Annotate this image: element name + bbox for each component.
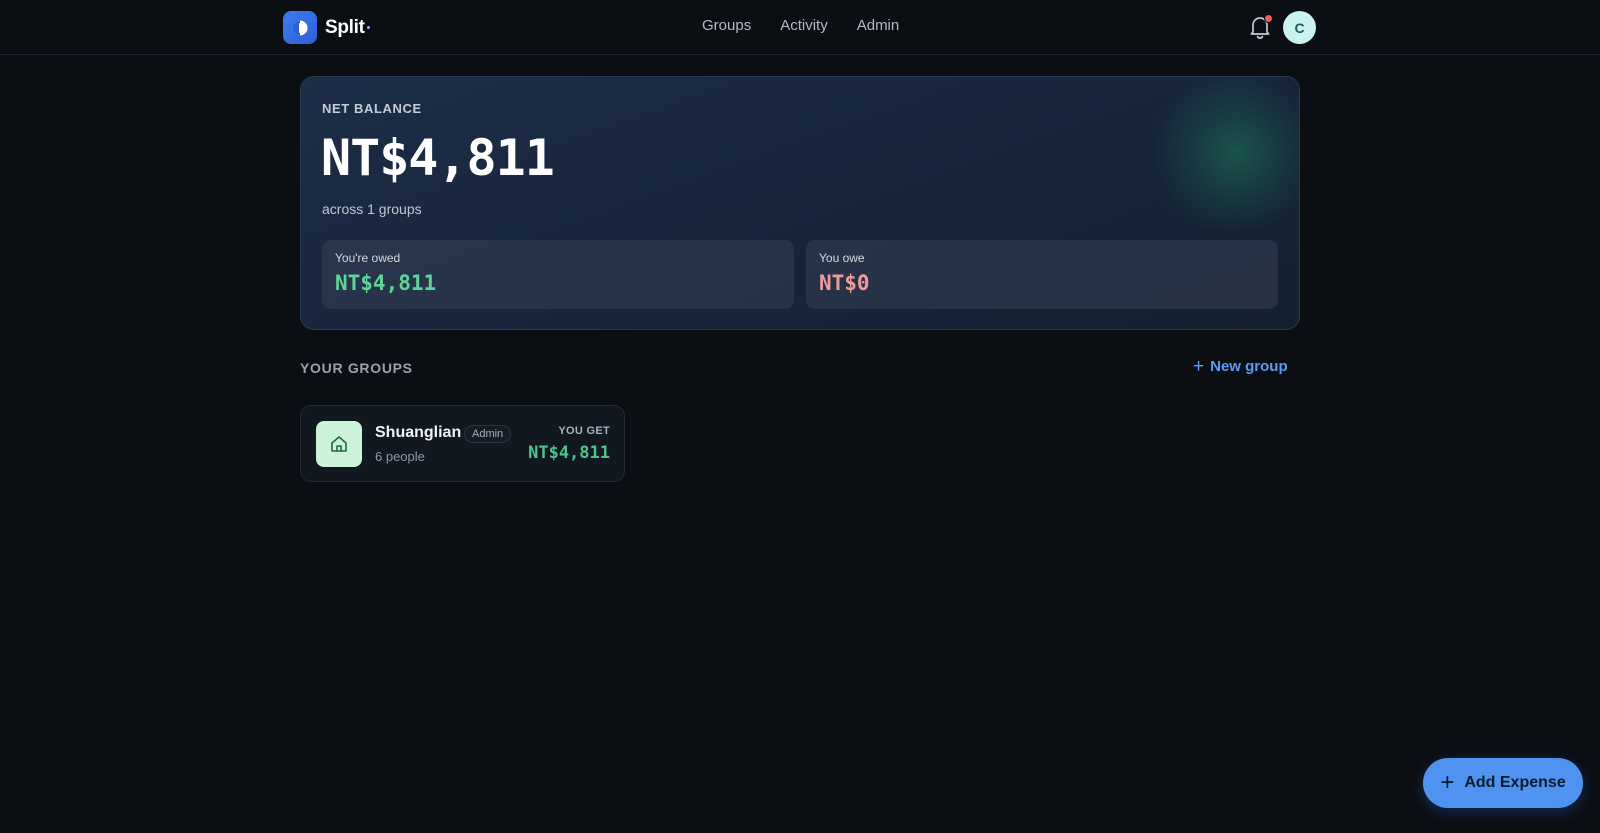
nav-activity[interactable]: Activity <box>780 17 828 34</box>
decorative-glow <box>1151 77 1299 237</box>
new-group-button[interactable]: + New group <box>1193 355 1288 377</box>
group-status-label: YOU GET <box>558 425 610 437</box>
net-balance-amount: NT$4,811 <box>321 129 555 187</box>
app-logo-icon <box>283 11 317 44</box>
notification-dot <box>1264 14 1273 23</box>
group-name: Shuanglian <box>375 424 462 441</box>
group-balance-amount: NT$4,811 <box>528 443 610 463</box>
nav-groups[interactable]: Groups <box>702 17 751 34</box>
user-avatar[interactable]: C <box>1283 11 1316 44</box>
group-member-count: 6 people <box>375 449 425 464</box>
youre-owed-box: You're owed NT$4,811 <box>322 240 794 309</box>
net-balance-subtitle: across 1 groups <box>322 201 422 217</box>
brand[interactable]: Split <box>283 11 370 44</box>
nav-admin[interactable]: Admin <box>857 17 900 34</box>
plus-icon: + <box>1193 355 1205 377</box>
net-balance-label: NET BALANCE <box>322 101 422 116</box>
app-name: Split <box>325 17 370 39</box>
add-expense-label: Add Expense <box>1464 774 1566 791</box>
youre-owed-label: You're owed <box>335 251 401 265</box>
you-owe-amount: NT$0 <box>819 271 870 295</box>
you-owe-box: You owe NT$0 <box>806 240 1278 309</box>
notifications-bell-icon[interactable] <box>1249 14 1273 39</box>
home-icon <box>316 421 362 467</box>
group-role-badge: Admin <box>464 425 512 443</box>
net-balance-card: NET BALANCE NT$4,811 across 1 groups You… <box>300 76 1300 330</box>
top-bar: Split Groups Activity Admin C <box>0 0 1600 55</box>
add-expense-button[interactable]: + Add Expense <box>1423 758 1583 808</box>
main-nav: Groups Activity Admin <box>702 17 899 34</box>
you-owe-label: You owe <box>819 251 865 265</box>
plus-icon: + <box>1440 769 1455 796</box>
your-groups-heading: YOUR GROUPS <box>300 360 413 376</box>
youre-owed-amount: NT$4,811 <box>335 271 437 295</box>
group-card[interactable]: Shuanglian Admin 6 people YOU GET NT$4,8… <box>300 405 625 482</box>
new-group-label: New group <box>1210 358 1288 375</box>
